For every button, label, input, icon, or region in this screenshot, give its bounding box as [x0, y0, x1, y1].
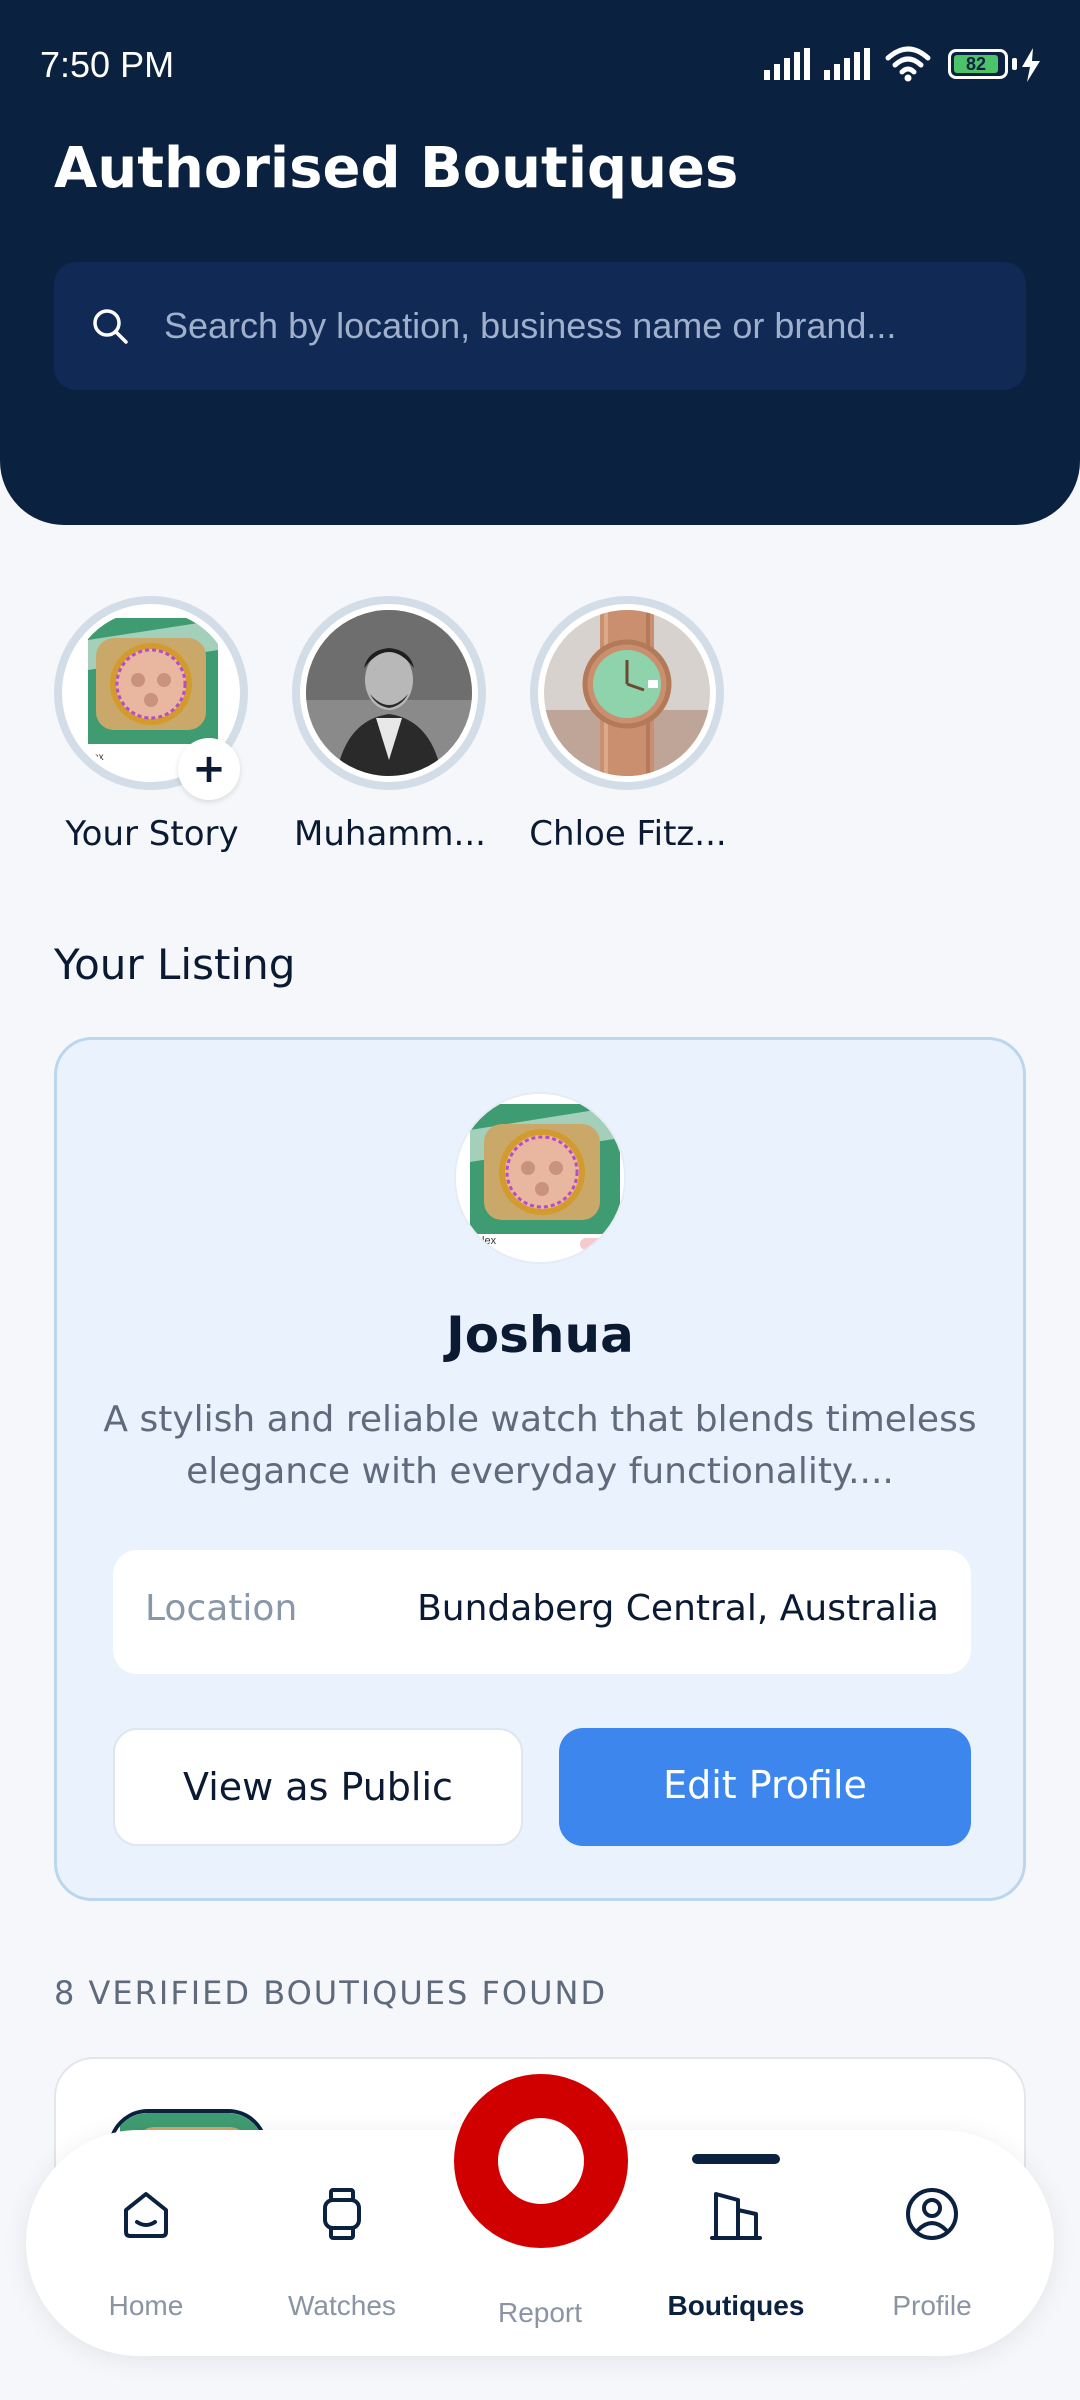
story-avatar[interactable]: [530, 596, 724, 790]
story-label: Muhamm...: [294, 814, 486, 854]
location-value: Bundaberg Central, Australia: [417, 1588, 939, 1629]
search-input[interactable]: [164, 292, 1004, 360]
page-title: Authorised Boutiques: [54, 136, 739, 201]
signal-icon: [764, 48, 810, 80]
report-button[interactable]: [454, 2074, 628, 2248]
watch-image: [544, 610, 710, 776]
wifi-icon: [885, 46, 931, 82]
charging-icon: [1022, 48, 1040, 82]
nav-label: Report: [497, 2297, 583, 2328]
section-title: Your Listing: [54, 940, 296, 989]
edit-profile-button[interactable]: Edit Profile: [559, 1728, 971, 1846]
boutique-count: 8 VERIFIED BOUTIQUES FOUND: [54, 1974, 608, 2012]
home-icon: [124, 2192, 168, 2238]
view-as-public-button[interactable]: View as Public: [113, 1728, 523, 1846]
person-photo: [306, 610, 472, 776]
nav-profile[interactable]: Profile: [842, 2130, 1022, 2356]
status-bar: 7:50 PM 82: [0, 0, 1080, 130]
signal-icon: [824, 48, 870, 80]
listing-description: A stylish and reliable watch that blends…: [103, 1399, 977, 1492]
nav-label: Boutiques: [667, 2290, 805, 2321]
listing-name: Joshua: [446, 1306, 634, 1364]
svg-text:Rolex: Rolex: [468, 1235, 497, 1247]
svg-text:Rolex: Rolex: [78, 752, 104, 763]
watch-icon: [323, 2188, 361, 2240]
battery-tip: [1012, 58, 1017, 70]
listing-card: Rolex Joshua A stylish and reliable watc…: [54, 1037, 1026, 1901]
add-story-button[interactable]: +: [178, 738, 240, 800]
report-icon: [498, 2118, 584, 2204]
listing-avatar: Rolex: [454, 1092, 626, 1264]
battery-icon: 82: [948, 49, 1008, 79]
location-label: Location: [145, 1588, 298, 1629]
story-label: Your Story: [65, 814, 239, 854]
active-tab-indicator: [692, 2154, 780, 2164]
nav-home[interactable]: Home: [56, 2130, 236, 2356]
nav-watches[interactable]: Watches: [252, 2130, 432, 2356]
user-icon: [906, 2188, 958, 2240]
nav-label: Profile: [892, 2290, 972, 2321]
search-icon: [93, 309, 128, 344]
status-time: 7:50 PM: [40, 44, 175, 85]
nav-label: Watches: [288, 2290, 396, 2321]
nav-label: Home: [108, 2290, 184, 2321]
battery-level: 82: [954, 55, 998, 73]
building-icon: [710, 2192, 762, 2240]
story-label: Chloe Fitz...: [529, 814, 727, 854]
search-bar[interactable]: [54, 262, 1026, 390]
location-row: Location Bundaberg Central, Australia: [113, 1550, 971, 1674]
story-avatar[interactable]: [292, 596, 486, 790]
